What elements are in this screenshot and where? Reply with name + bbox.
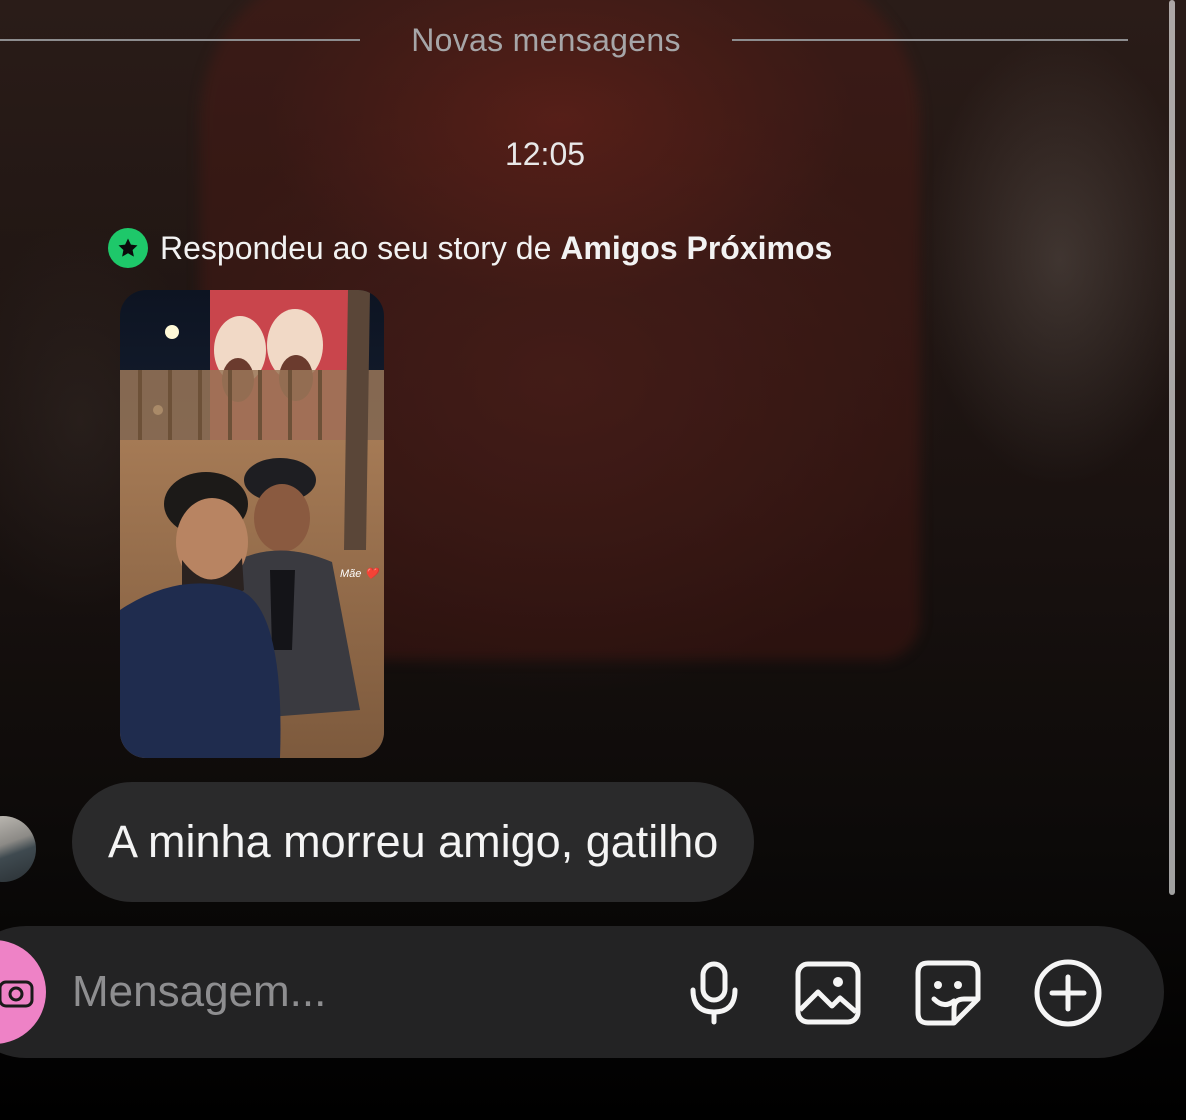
story-reply-prefix: Respondeu ao seu story de [160,229,561,266]
divider-line-right [732,39,1128,41]
camera-icon [0,980,34,1008]
scrollbar[interactable] [1169,0,1175,895]
story-photo: Mãe ❤️ [120,290,384,758]
story-caption: Mãe ❤️ [340,567,381,580]
divider-line-left [0,39,360,41]
message-text: A minha morreu amigo, gatilho [108,816,719,867]
story-audience-label: Amigos Próximos [560,229,833,266]
microphone-button[interactable] [676,955,752,1031]
new-messages-divider: Novas mensagens [0,20,1130,60]
avatar[interactable] [0,816,36,882]
sticker-icon [915,960,981,1026]
story-reply-note: Respondeu ao seu story de Amigos Próximo… [108,228,832,268]
story-thumbnail[interactable]: Mãe ❤️ [120,290,384,758]
message-input[interactable] [72,956,632,1028]
microphone-icon [690,961,738,1025]
plus-circle-icon [1034,959,1102,1027]
gallery-icon [795,961,861,1025]
star-icon [108,228,148,268]
plus-button[interactable] [1030,955,1106,1031]
divider-label: Novas mensagens [411,22,681,58]
gallery-button[interactable] [790,955,866,1031]
message-timestamp: 12:05 [504,136,586,172]
message-bubble[interactable]: A minha morreu amigo, gatilho [72,782,755,902]
sticker-button[interactable] [910,955,986,1031]
chat-screen: Novas mensagens 12:05 Respondeu ao seu s… [0,0,1186,1120]
